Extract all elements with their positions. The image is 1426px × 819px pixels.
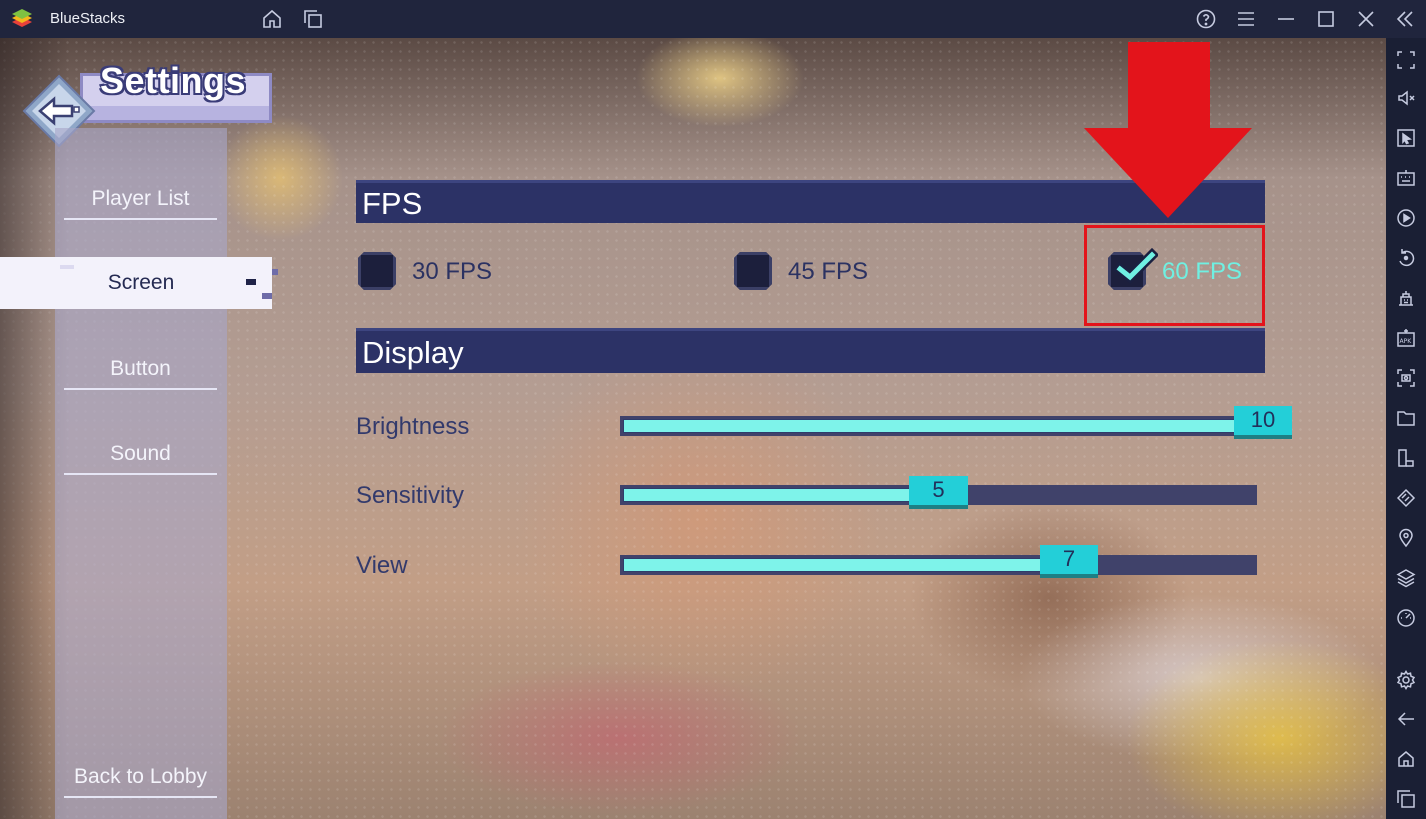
pointer-icon[interactable] [1396,128,1416,148]
checkbox [734,252,772,290]
highlight-box [1084,225,1265,326]
multi-instance-icon[interactable] [302,8,324,30]
fps-option-label: 30 FPS [412,258,493,285]
view-slider[interactable] [620,555,1257,575]
view-slider-handle[interactable]: 7 [1040,545,1098,578]
help-icon[interactable] [1195,8,1217,30]
layers-icon[interactable] [1396,568,1416,588]
back-icon[interactable] [1396,709,1416,729]
bluestacks-logo [10,8,34,30]
brightness-label: Brightness [356,413,470,440]
rotate-icon[interactable] [1396,248,1416,268]
performance-icon[interactable] [1396,608,1416,628]
display-section-header: Display [356,328,1265,373]
maximize-icon[interactable] [1315,8,1337,30]
game-area: Settings Player List Screen Button Sound… [0,38,1386,819]
record-icon[interactable] [1396,208,1416,228]
nav-item-label: Screen [107,271,175,294]
collapse-sidebar-icon[interactable] [1394,8,1416,30]
nav-item-player-list[interactable]: Player List [64,184,217,220]
fps-option-label: 45 FPS [788,258,869,285]
title-bar: BlueStacks [0,0,1426,38]
nav-item-label: Button [110,357,171,380]
folder-icon[interactable] [1396,408,1416,428]
install-apk-icon[interactable]: APK [1396,328,1416,348]
settings-icon[interactable] [1396,670,1416,690]
macro-icon[interactable] [1396,288,1416,308]
nav-item-label: Player List [91,187,190,210]
android-home-icon[interactable] [1396,749,1416,769]
nav-item-screen[interactable]: Screen [0,257,278,309]
slider-fill [623,558,1056,572]
svg-text:APK: APK [1400,338,1413,345]
sensitivity-label: Sensitivity [356,482,465,509]
minimize-icon[interactable] [1275,8,1297,30]
slider-fill [623,488,932,502]
right-sidebar: APK [1386,38,1426,819]
home-icon[interactable] [261,8,283,30]
multi-window-icon[interactable] [1396,448,1416,468]
brightness-slider-handle[interactable]: 10 [1234,406,1292,439]
back-to-lobby-label: Back to Lobby [73,765,208,788]
back-to-lobby-button[interactable]: Back to Lobby [64,762,217,798]
nav-item-sound[interactable]: Sound [64,439,217,475]
nav-item-label: Sound [110,442,171,465]
screenshot-icon[interactable] [1396,368,1416,388]
fps-option-45[interactable]: 45 FPS [734,251,884,291]
eco-mode-icon[interactable] [1396,488,1416,508]
nav-item-button[interactable]: Button [64,354,217,390]
close-icon[interactable] [1355,8,1377,30]
red-arrow-annotation [1084,42,1252,218]
app-title: BlueStacks [50,10,126,27]
brightness-slider[interactable] [620,416,1257,436]
page-title: Settings [100,60,247,101]
keyboard-icon[interactable] [1396,168,1416,188]
location-icon[interactable] [1396,528,1416,548]
sensitivity-slider-handle[interactable]: 5 [909,476,968,509]
recent-apps-icon[interactable] [1396,789,1416,809]
checkbox [358,252,396,290]
fps-option-30[interactable]: 30 FPS [358,251,508,291]
view-label: View [356,552,408,579]
menu-icon[interactable] [1235,8,1257,30]
fullscreen-icon[interactable] [1396,50,1416,70]
volume-icon[interactable] [1396,88,1416,108]
slider-fill [623,419,1254,433]
